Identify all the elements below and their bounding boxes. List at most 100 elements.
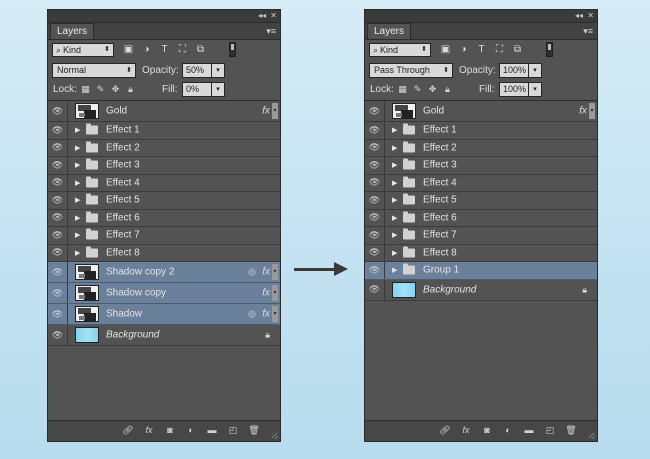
visibility-eye-icon[interactable]: 👁︎ [48, 157, 68, 174]
panel-menu-icon[interactable]: ▾≡ [266, 25, 276, 37]
layer-row-shadow-copy-2[interactable]: 👁︎ Shadow copy 2 ◎ fx ▾ [48, 262, 280, 283]
visibility-eye-icon[interactable]: 👁︎ [48, 139, 68, 156]
expand-triangle-icon[interactable]: ▶ [392, 266, 397, 274]
visibility-eye-icon[interactable]: 👁︎ [365, 122, 385, 139]
lock-transparent-icon[interactable]: ▦ [397, 84, 408, 95]
visibility-eye-icon[interactable]: 👁︎ [365, 139, 385, 156]
layer-row-background[interactable]: 👁︎ Background 🔒︎ [48, 325, 280, 346]
adjustment-filter-icon[interactable]: ◑ [457, 43, 470, 56]
lock-transparent-icon[interactable]: ▦ [80, 84, 91, 95]
fill-dropdown-icon[interactable]: ▾ [529, 82, 542, 97]
visibility-eye-icon[interactable]: 👁︎ [365, 174, 385, 191]
expand-triangle-icon[interactable]: ▶ [75, 179, 80, 187]
type-filter-icon[interactable]: T [158, 43, 171, 56]
layer-row-group[interactable]: 👁︎ ▶ Effect 5 [48, 192, 280, 210]
visibility-eye-icon[interactable]: 👁︎ [365, 101, 385, 121]
close-panel-icon[interactable]: ✕ [270, 10, 277, 22]
visibility-eye-icon[interactable]: 👁︎ [365, 227, 385, 244]
layer-row-group-1[interactable]: 👁︎ ▶ Group 1 [365, 262, 597, 280]
expand-triangle-icon[interactable]: ▶ [75, 161, 80, 169]
new-group-folder-icon[interactable]: ▬ [206, 424, 218, 436]
lock-all-icon[interactable]: 🔒︎ [125, 84, 136, 95]
expand-triangle-icon[interactable]: ▶ [392, 214, 397, 222]
resize-grip-icon[interactable] [589, 433, 595, 439]
lock-position-icon[interactable]: ✥ [110, 84, 121, 95]
visibility-eye-icon[interactable]: 👁︎ [365, 157, 385, 174]
blend-mode-select[interactable]: Pass Through ⬍ [369, 63, 453, 78]
layer-row-group[interactable]: 👁︎ ▶ Effect 8 [365, 244, 597, 262]
add-mask-icon[interactable]: ◙ [164, 424, 176, 436]
opacity-field[interactable]: 100% [499, 63, 529, 78]
visibility-eye-icon[interactable]: 👁︎ [48, 244, 68, 261]
new-adjustment-icon[interactable]: ◐ [185, 424, 197, 436]
delete-layer-trash-icon[interactable]: 🗑︎ [565, 424, 577, 436]
opacity-field[interactable]: 50% [182, 63, 212, 78]
layer-row-group[interactable]: 👁︎ ▶ Effect 4 [365, 174, 597, 192]
visibility-eye-icon[interactable]: 👁︎ [48, 174, 68, 191]
expand-triangle-icon[interactable]: ▶ [75, 196, 80, 204]
fill-field[interactable]: 100% [499, 82, 529, 97]
layer-row-gold[interactable]: 👁︎ Gold fx ▾ [365, 101, 597, 122]
expand-triangle-icon[interactable]: ▶ [75, 144, 80, 152]
lock-image-icon[interactable]: ✎ [95, 84, 106, 95]
layer-row-group[interactable]: 👁︎ ▶ Effect 8 [48, 244, 280, 262]
new-group-folder-icon[interactable]: ▬ [523, 424, 535, 436]
fx-icon[interactable]: fx [262, 309, 270, 320]
expand-effects-icon[interactable]: ▾ [272, 264, 278, 280]
visibility-eye-icon[interactable]: 👁︎ [365, 262, 385, 279]
filter-toggle[interactable] [546, 42, 553, 57]
visibility-eye-icon[interactable]: 👁︎ [48, 227, 68, 244]
adjustment-filter-icon[interactable]: ◑ [140, 43, 153, 56]
filter-kind-select[interactable]: ⌕ Kind ⬍ [369, 43, 431, 57]
layer-row-group[interactable]: 👁︎ ▶ Effect 6 [365, 209, 597, 227]
shape-filter-icon[interactable]: ⛶ [493, 43, 506, 56]
expand-triangle-icon[interactable]: ▶ [75, 126, 80, 134]
visibility-eye-icon[interactable]: 👁︎ [48, 122, 68, 139]
layer-row-group[interactable]: 👁︎ ▶ Effect 1 [365, 122, 597, 140]
add-style-fx-icon[interactable]: fx [460, 424, 472, 436]
expand-triangle-icon[interactable]: ▶ [392, 196, 397, 204]
layer-row-group[interactable]: 👁︎ ▶ Effect 2 [365, 139, 597, 157]
visibility-eye-icon[interactable]: 👁︎ [48, 192, 68, 209]
visibility-eye-icon[interactable]: 👁︎ [48, 304, 68, 324]
fx-icon[interactable]: fx [579, 106, 587, 117]
delete-layer-trash-icon[interactable]: 🗑︎ [248, 424, 260, 436]
expand-effects-icon[interactable]: ▾ [272, 103, 278, 119]
visibility-eye-icon[interactable]: 👁︎ [48, 283, 68, 303]
visibility-eye-icon[interactable]: 👁︎ [365, 192, 385, 209]
link-layers-icon[interactable]: 🔗︎ [122, 424, 134, 436]
visibility-eye-icon[interactable]: 👁︎ [48, 325, 68, 345]
fill-field[interactable]: 0% [182, 82, 212, 97]
fx-icon[interactable]: fx [262, 267, 270, 278]
opacity-dropdown-icon[interactable]: ▾ [212, 63, 225, 78]
expand-triangle-icon[interactable]: ▶ [392, 231, 397, 239]
close-panel-icon[interactable]: ✕ [587, 10, 594, 22]
smart-object-filter-icon[interactable]: ⧉ [511, 43, 524, 56]
expand-triangle-icon[interactable]: ▶ [75, 214, 80, 222]
visibility-eye-icon[interactable]: 👁︎ [365, 209, 385, 226]
layer-row-background[interactable]: 👁︎ Background 🔒︎ [365, 279, 597, 301]
tab-layers[interactable]: Layers [367, 23, 412, 39]
visibility-eye-icon[interactable]: 👁︎ [365, 244, 385, 261]
expand-triangle-icon[interactable]: ▶ [392, 144, 397, 152]
lock-all-icon[interactable]: 🔒︎ [442, 84, 453, 95]
visibility-eye-icon[interactable]: 👁︎ [48, 262, 68, 282]
layer-row-shadow-copy[interactable]: 👁︎ Shadow copy fx ▾ [48, 283, 280, 304]
visibility-eye-icon[interactable]: 👁︎ [48, 101, 68, 121]
new-adjustment-icon[interactable]: ◐ [502, 424, 514, 436]
resize-grip-icon[interactable] [272, 433, 278, 439]
layer-row-group[interactable]: 👁︎ ▶ Effect 3 [48, 157, 280, 175]
expand-triangle-icon[interactable]: ▶ [75, 249, 80, 257]
add-mask-icon[interactable]: ◙ [481, 424, 493, 436]
visibility-eye-icon[interactable]: 👁︎ [365, 279, 385, 300]
filter-kind-select[interactable]: ⌕ Kind ⬍ [52, 43, 114, 57]
expand-triangle-icon[interactable]: ▶ [392, 179, 397, 187]
type-filter-icon[interactable]: T [475, 43, 488, 56]
layer-row-group[interactable]: 👁︎ ▶ Effect 4 [48, 174, 280, 192]
panel-menu-icon[interactable]: ▾≡ [583, 25, 593, 37]
shape-filter-icon[interactable]: ⛶ [176, 43, 189, 56]
blend-mode-select[interactable]: Normal ⬍ [52, 63, 136, 78]
pixel-filter-icon[interactable]: ▣ [439, 43, 452, 56]
layer-row-group[interactable]: 👁︎ ▶ Effect 7 [365, 227, 597, 245]
new-layer-icon[interactable]: ◰ [227, 424, 239, 436]
